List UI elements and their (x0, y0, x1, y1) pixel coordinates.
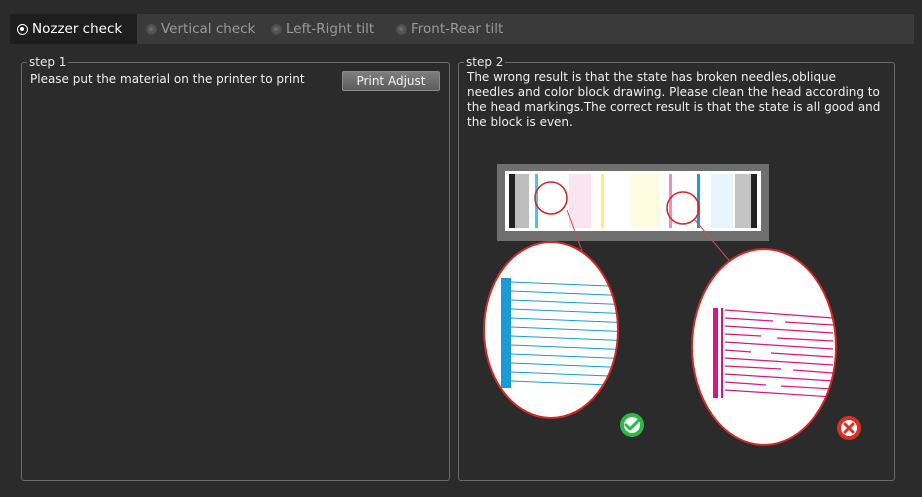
step1-panel: step 1 Please put the material on the pr… (21, 54, 450, 481)
x-circle-icon (837, 416, 861, 440)
radio-unselected-icon (271, 23, 282, 35)
tab-label: Nozzer check (32, 21, 123, 37)
check-circle-icon (620, 413, 644, 437)
step2-panel: step 2 The wrong result is that the stat… (458, 54, 895, 481)
step2-title: step 2 (464, 54, 506, 70)
tab-label: Front-Rear tilt (411, 21, 504, 37)
tab-vertical-check[interactable]: Vertical check (146, 14, 255, 44)
radio-unselected-icon (396, 23, 407, 35)
tab-label: Left-Right tilt (286, 21, 375, 37)
print-adjust-button[interactable]: Print Adjust (342, 71, 440, 91)
tab-left-right-tilt[interactable]: Left-Right tilt (271, 14, 374, 44)
step2-description: The wrong result is that the state has b… (467, 70, 881, 129)
test-print-strip (497, 164, 769, 241)
good-pattern-magnifier (483, 241, 619, 419)
tab-bar: Nozzer check Vertical check Left-Right t… (10, 14, 914, 44)
step1-instruction: Please put the material on the printer t… (30, 72, 305, 86)
bad-pattern-magnifier (691, 248, 837, 446)
radio-unselected-icon (146, 23, 157, 35)
tab-nozzle-check[interactable]: Nozzer check (10, 14, 137, 44)
nozzle-check-diagram (483, 164, 861, 446)
tab-label: Vertical check (161, 21, 256, 37)
tab-front-rear-tilt[interactable]: Front-Rear tilt (396, 14, 503, 44)
radio-selected-icon (17, 23, 28, 35)
step1-title: step 1 (27, 54, 69, 70)
